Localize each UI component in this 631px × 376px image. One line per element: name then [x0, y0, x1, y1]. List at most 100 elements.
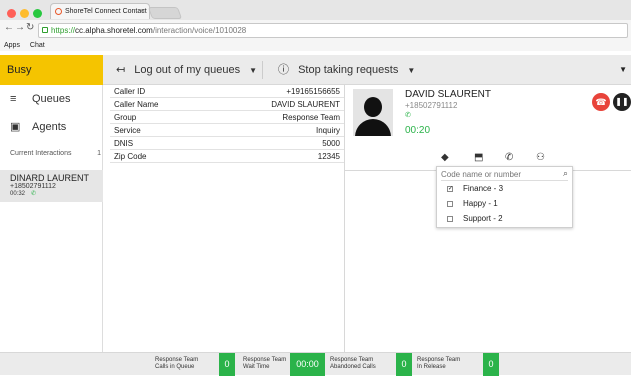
info-key: Caller ID — [114, 87, 146, 96]
option-label: Happy - 1 — [463, 199, 498, 208]
tag-icon[interactable]: ◆ — [441, 152, 449, 163]
new-tab-button[interactable] — [147, 7, 183, 19]
checkbox-icon[interactable] — [447, 215, 453, 222]
table-row: Caller ID +19165156655 — [110, 85, 344, 98]
bookmarks-bar: Apps Chat — [0, 40, 631, 51]
close-window-button[interactable] — [7, 9, 16, 18]
phone-icon: ✆ — [31, 191, 37, 197]
table-row: Zip Code 12345 — [110, 150, 344, 163]
logout-queues-button[interactable]: ↤ Log out of my queues ▼ — [116, 55, 257, 85]
chevron-down-icon: ▼ — [407, 66, 416, 75]
transfer-search-input[interactable] — [441, 169, 568, 181]
sidebar: ≡ Queues ▣ Agents Current Interactions 1 D… — [0, 85, 103, 352]
stat-value: 00:00 — [290, 353, 325, 376]
phone-icon: ✆ — [405, 112, 411, 119]
stat-line2: Abandoned Calls — [330, 364, 376, 370]
transfer-dropdown: ⌕ ✓ Finance - 3 Happy - 1 Support - 2 — [436, 166, 573, 228]
tab-close-icon[interactable]: × — [141, 4, 145, 19]
stat-value: 0 — [483, 353, 499, 376]
info-value: Response Team — [282, 113, 340, 122]
agent-card-icon: ▣ — [10, 121, 21, 133]
caller-phone: +18502791112 — [405, 101, 458, 110]
info-value: +19165156655 — [286, 87, 340, 96]
lock-icon — [42, 27, 48, 33]
stat-line1: Response Team — [155, 357, 199, 363]
hold-button[interactable]: ❚❚ — [613, 93, 631, 111]
table-row: Service Inquiry — [110, 124, 344, 137]
caller-avatar — [353, 89, 393, 136]
add-user-icon[interactable]: ⚇ — [536, 152, 545, 163]
stat-line1: Response Team — [330, 357, 374, 363]
interaction-card[interactable]: DINARD LAURENT +18502791112 00:32 ✆ — [0, 170, 103, 202]
interaction-time: 00:32 — [10, 191, 26, 197]
stop-requests-label: Stop taking requests — [298, 64, 399, 76]
stat-line1: Response Team — [417, 357, 461, 363]
transfer-option-finance[interactable]: ✓ Finance - 3 — [447, 184, 503, 193]
call-forward-icon[interactable]: ✆ — [505, 152, 513, 163]
browser-chrome: ShoreTel Connect Contact × ← → ↻ https:/… — [0, 0, 631, 51]
info-key: Caller Name — [114, 100, 159, 109]
bookmark-chat[interactable]: Chat — [30, 42, 45, 49]
info-value: Inquiry — [315, 126, 340, 135]
forward-arrow-icon[interactable]: → — [15, 22, 25, 33]
caller-name: DAVID SLAURENT — [405, 89, 491, 100]
toolbar-divider — [262, 61, 263, 79]
option-label: Finance - 3 — [463, 184, 504, 193]
transfer-option-support[interactable]: Support - 2 — [447, 214, 503, 223]
shoretel-favicon-icon — [55, 8, 62, 15]
logout-icon: ↤ — [116, 64, 126, 76]
option-label: Support - 2 — [463, 214, 503, 223]
url-path: /interaction/voice/1010028 — [152, 26, 247, 35]
sidebar-item-agents[interactable]: ▣ Agents — [10, 120, 66, 133]
back-arrow-icon[interactable]: ← — [4, 22, 14, 33]
checkbox-icon[interactable] — [447, 200, 453, 207]
checkbox-checked-icon[interactable]: ✓ — [447, 185, 453, 192]
more-menu-chevron-icon[interactable]: ▼ — [619, 55, 627, 85]
url-input[interactable]: https://cc.alpha.shoretel.com/interactio… — [38, 23, 628, 38]
table-row: DNIS 5000 — [110, 137, 344, 150]
url-host: cc.alpha.shoretel.com — [75, 26, 153, 35]
panel-divider — [344, 85, 345, 352]
current-interactions-label: Current Interactions — [10, 150, 72, 157]
stat-line1: Response Team — [243, 357, 287, 363]
call-timer: 00:20 — [405, 125, 431, 136]
maximize-window-button[interactable] — [33, 9, 42, 18]
hangup-button[interactable]: ☎ — [592, 93, 610, 111]
info-key: Service — [114, 126, 141, 135]
info-icon: ⓘ — [278, 64, 289, 76]
stat-value: 0 — [396, 353, 412, 376]
table-row: Group Response Team — [110, 111, 344, 124]
chevron-down-icon: ▼ — [249, 66, 258, 75]
call-info-table: Caller ID +19165156655 Caller Name DAVID S… — [110, 85, 344, 163]
table-row: Caller Name DAVID SLAURENT — [110, 98, 344, 111]
info-value: DAVID SLAURENT — [271, 100, 340, 109]
current-interactions-header: Current Interactions 1 — [10, 150, 103, 157]
search-icon[interactable]: ⌕ — [563, 168, 568, 179]
queue-stats-bar: Response Team Calls in Queue 0 Response T… — [0, 352, 631, 376]
logout-label: Log out of my queues — [134, 64, 241, 76]
info-value: 5000 — [322, 139, 340, 148]
bookmark-apps[interactable]: Apps — [4, 42, 20, 49]
current-interactions-count: 1 — [97, 150, 101, 157]
interaction-phone: +18502791112 — [10, 183, 56, 190]
agent-status-button[interactable]: Busy — [0, 55, 103, 85]
info-key: DNIS — [114, 139, 134, 148]
info-key: Zip Code — [114, 152, 147, 161]
minimize-window-button[interactable] — [20, 9, 29, 18]
stop-requests-button[interactable]: ⓘ Stop taking requests ▼ — [278, 55, 415, 85]
app-toolbar: Busy ↤ Log out of my queues ▼ ⓘ Stop tak… — [0, 55, 631, 85]
browser-tab[interactable]: ShoreTel Connect Contact × — [50, 3, 150, 19]
info-key: Group — [114, 113, 137, 122]
tab-title: ShoreTel Connect Contact — [65, 8, 147, 15]
stat-value: 0 — [219, 353, 235, 376]
stat-line2: Wait Time — [243, 364, 270, 370]
stat-line2: Calls in Queue — [155, 364, 195, 370]
reload-icon[interactable]: ↻ — [26, 22, 34, 33]
url-scheme: https:// — [51, 26, 76, 35]
sidebar-item-queues[interactable]: ≡ Queues — [10, 93, 71, 105]
menu-lines-icon: ≡ — [10, 93, 17, 105]
sidebar-item-label: Agents — [32, 121, 67, 133]
sidebar-item-label: Queues — [32, 93, 71, 105]
transfer-icon[interactable]: ⬒ — [474, 152, 483, 163]
transfer-option-happy[interactable]: Happy - 1 — [447, 199, 498, 208]
